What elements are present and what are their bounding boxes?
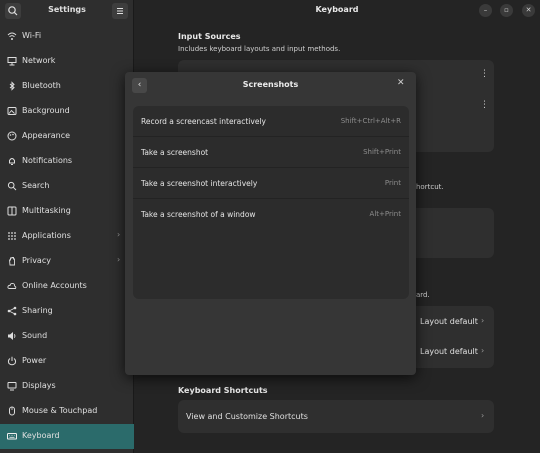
more-options-icon[interactable]: ⋮ [480, 69, 489, 79]
grid-icon [8, 232, 16, 240]
sidebar-header: Settings [0, 0, 134, 22]
layout-value: Layout default [420, 347, 478, 356]
appearance-icon [7, 131, 17, 141]
sidebar-item-bluetooth[interactable]: Bluetooth [0, 74, 134, 99]
sidebar-item-sharing[interactable]: Sharing [0, 299, 134, 324]
shortcut-row[interactable]: Take a screenshot Shift+Print [133, 137, 409, 167]
main-menu-button[interactable] [112, 3, 128, 19]
sidebar-item-sound[interactable]: Sound [0, 324, 134, 349]
shortcut-label: Take a screenshot interactively [141, 179, 258, 188]
search-icon [7, 181, 17, 191]
settings-window: Settings Wi-Fi Network Bluetooth Backgro… [0, 0, 540, 453]
sidebar-item-notifications[interactable]: Notifications [0, 149, 134, 174]
sidebar-item-label: Network [22, 56, 56, 65]
network-icon [7, 57, 17, 66]
chevron-right-icon: › [481, 411, 485, 420]
bell-icon [9, 158, 15, 165]
sidebar-item-label: Applications [22, 231, 71, 240]
sidebar-item-privacy[interactable]: Privacy › [0, 249, 134, 274]
shortcut-label: Take a screenshot [141, 148, 209, 157]
sidebar-item-search[interactable]: Search [0, 174, 134, 199]
minimize-icon: – [483, 6, 488, 14]
shortcut-accel: Print [384, 179, 401, 187]
cloud-icon [7, 282, 17, 289]
sidebar-item-network[interactable]: Network [0, 49, 134, 74]
shortcut-row[interactable]: Take a screenshot of a window Alt+Print [133, 199, 409, 229]
sidebar-item-label: Background [22, 106, 70, 115]
shortcut-accel: Shift+Print [363, 148, 401, 156]
minimize-button[interactable]: – [479, 4, 492, 17]
shortcut-accel: Alt+Print [369, 210, 401, 218]
partial-description: hortcut. [416, 183, 444, 191]
chevron-right-icon: › [481, 346, 485, 355]
dialog-close-button[interactable]: ✕ [397, 78, 405, 88]
more-options-icon[interactable]: ⋮ [480, 100, 489, 110]
background-icon [7, 107, 17, 115]
sidebar-item-label: Privacy [22, 256, 51, 265]
bluetooth-icon [9, 81, 15, 91]
sidebar-item-label: Mouse & Touchpad [22, 406, 98, 415]
sidebar-item-wifi[interactable]: Wi-Fi [0, 24, 134, 49]
hamburger-icon [117, 8, 123, 14]
sidebar-item-multitasking[interactable]: Multitasking [0, 199, 134, 224]
hand-icon [9, 257, 15, 266]
sidebar-item-applications[interactable]: Applications › [0, 224, 134, 249]
close-icon: ✕ [397, 78, 405, 88]
input-sources-subtitle: Includes keyboard layouts and input meth… [178, 45, 341, 53]
shortcut-row[interactable]: Take a screenshot interactively Print [133, 168, 409, 198]
screenshots-dialog: ‹ Screenshots ✕ Record a screencast inte… [125, 72, 416, 375]
shortcut-accel: Shift+Ctrl+Alt+R [340, 117, 401, 125]
sidebar-item-mouse-touchpad[interactable]: Mouse & Touchpad [0, 399, 134, 424]
sidebar-item-label: Displays [22, 381, 56, 390]
sound-icon [8, 332, 16, 340]
keyboard-icon [7, 433, 17, 440]
sidebar-item-label: Bluetooth [22, 81, 61, 90]
partial-description: ard. [416, 291, 430, 299]
sidebar-item-label: Notifications [22, 156, 73, 165]
dialog-title: Screenshots [242, 80, 299, 89]
sidebar-item-label: Online Accounts [22, 281, 87, 290]
keyboard-shortcuts-title: Keyboard Shortcuts [178, 386, 268, 395]
sidebar-item-keyboard[interactable]: Keyboard [0, 424, 134, 449]
mouse-icon [9, 406, 15, 416]
multitasking-icon [7, 206, 17, 216]
power-icon [7, 356, 17, 366]
sidebar-item-label: Keyboard [22, 431, 60, 440]
sidebar: Settings Wi-Fi Network Bluetooth Backgro… [0, 0, 134, 453]
shortcut-row[interactable]: Record a screencast interactively Shift+… [133, 106, 409, 136]
close-icon: ✕ [525, 6, 532, 14]
sidebar-item-label: Appearance [22, 131, 71, 140]
sidebar-item-power[interactable]: Power [0, 349, 134, 374]
display-icon [7, 382, 17, 391]
maximize-button[interactable]: ▫ [500, 4, 513, 17]
view-customize-shortcuts-label: View and Customize Shortcuts [186, 412, 308, 421]
sidebar-item-label: Multitasking [22, 206, 71, 215]
sidebar-item-displays[interactable]: Displays [0, 374, 134, 399]
sidebar-list: Wi-Fi Network Bluetooth Background Appea… [0, 24, 134, 449]
view-customize-shortcuts-row[interactable]: View and Customize Shortcuts › [178, 400, 494, 433]
shortcut-label: Take a screenshot of a window [141, 210, 256, 219]
shortcut-label: Record a screencast interactively [141, 117, 266, 126]
sidebar-item-label: Search [22, 181, 50, 190]
sidebar-item-background[interactable]: Background [0, 99, 134, 124]
sidebar-item-label: Sharing [22, 306, 53, 315]
share-icon [7, 306, 17, 316]
close-button[interactable]: ✕ [522, 4, 535, 17]
shortcuts-card: View and Customize Shortcuts › [178, 400, 494, 433]
chevron-right-icon: › [481, 316, 485, 325]
layout-value: Layout default [420, 317, 478, 326]
sidebar-item-appearance[interactable]: Appearance [0, 124, 134, 149]
wifi-icon [7, 32, 17, 40]
chevron-right-icon: › [117, 255, 121, 264]
chevron-right-icon: › [117, 230, 121, 239]
sidebar-item-label: Wi-Fi [22, 31, 42, 40]
sidebar-item-online-accounts[interactable]: Online Accounts [0, 274, 134, 299]
input-sources-title: Input Sources [178, 32, 241, 41]
sidebar-item-label: Sound [22, 331, 48, 340]
maximize-icon: ▫ [504, 6, 509, 14]
shortcut-list: Record a screencast interactively Shift+… [133, 106, 409, 299]
sidebar-item-label: Power [22, 356, 47, 365]
